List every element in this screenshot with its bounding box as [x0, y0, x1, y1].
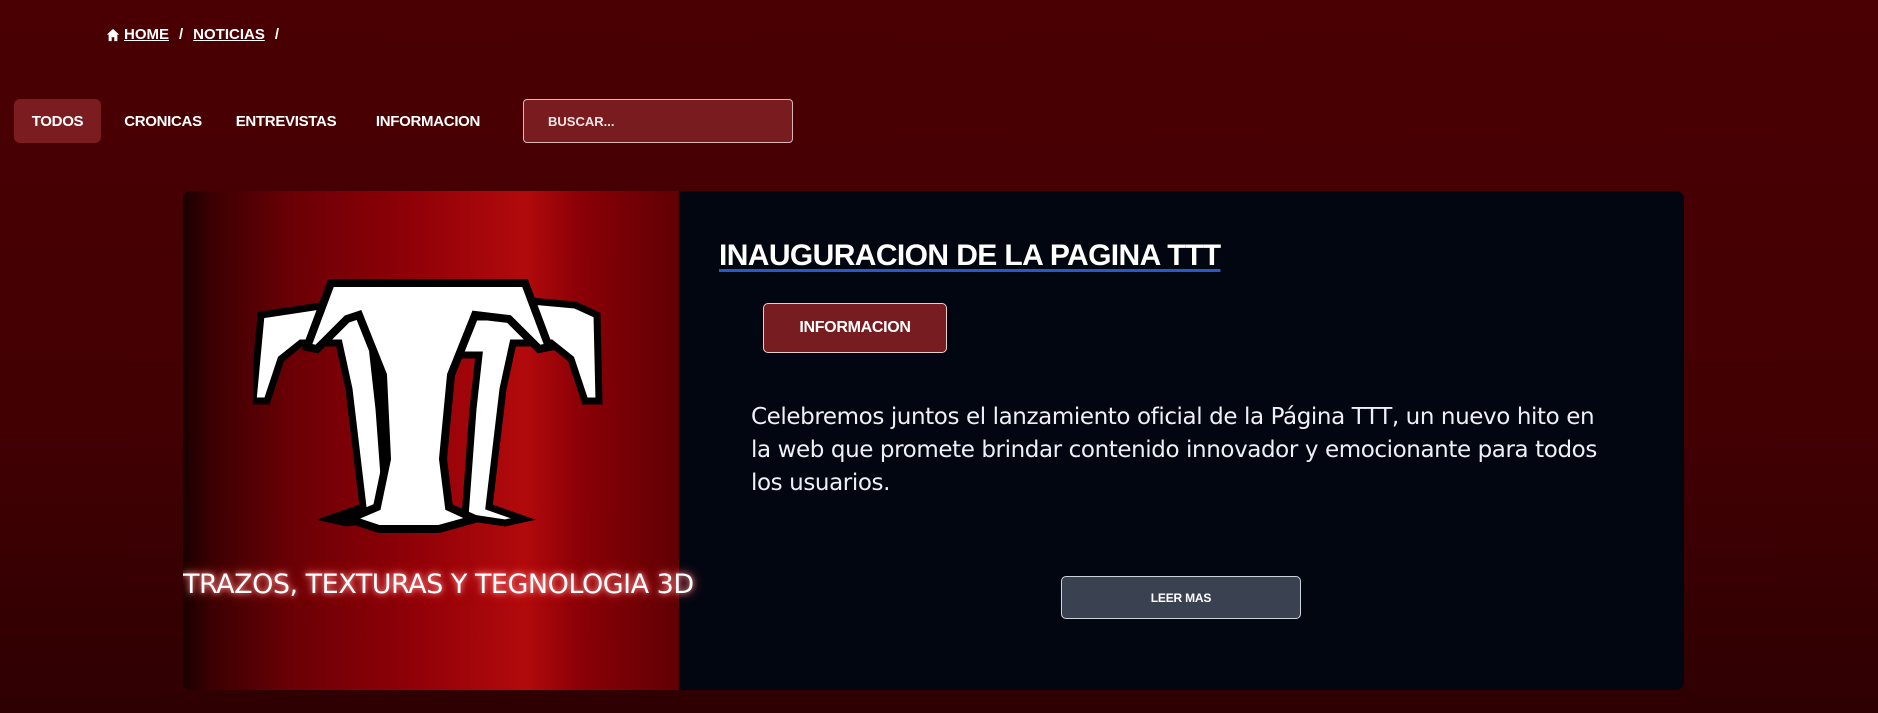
- tab-informacion[interactable]: INFORMACION: [347, 99, 509, 143]
- news-card-image[interactable]: TRAZOS, TEXTURAS Y TEGNOLOGIA 3D: [183, 191, 694, 690]
- category-badge-button[interactable]: INFORMACION: [763, 303, 947, 353]
- breadcrumb: HOME / NOTICIAS /: [106, 26, 279, 43]
- breadcrumb-separator: /: [274, 26, 280, 43]
- post-title-link[interactable]: INAUGURACION DE LA PAGINA TTT: [719, 239, 1221, 273]
- post-excerpt: Celebremos juntos el lanzamiento oficial…: [751, 404, 1597, 496]
- tab-cronicas[interactable]: CRONICAS: [101, 99, 225, 143]
- breadcrumb-news-link[interactable]: NOTICIAS: [193, 26, 265, 43]
- tab-todos[interactable]: TODOS: [14, 99, 101, 143]
- search-input[interactable]: [523, 99, 793, 143]
- news-card-body: INAUGURACION DE LA PAGINA TTT INFORMACIO…: [679, 191, 1684, 690]
- read-more-button[interactable]: LEER MAS: [1061, 576, 1301, 619]
- breadcrumb-home-link[interactable]: HOME: [124, 26, 169, 43]
- news-card: TRAZOS, TEXTURAS Y TEGNOLOGIA 3D INAUGUR…: [183, 191, 1684, 690]
- home-icon: [106, 28, 120, 41]
- breadcrumb-home[interactable]: HOME: [106, 26, 169, 43]
- category-tabs: TODOS CRONICAS ENTREVISTAS INFORMACION: [14, 99, 793, 143]
- ttt-logo: [253, 279, 603, 533]
- tab-entrevistas[interactable]: ENTREVISTAS: [225, 99, 347, 143]
- breadcrumb-separator: /: [179, 26, 184, 43]
- image-caption: TRAZOS, TEXTURAS Y TEGNOLOGIA 3D: [183, 569, 694, 600]
